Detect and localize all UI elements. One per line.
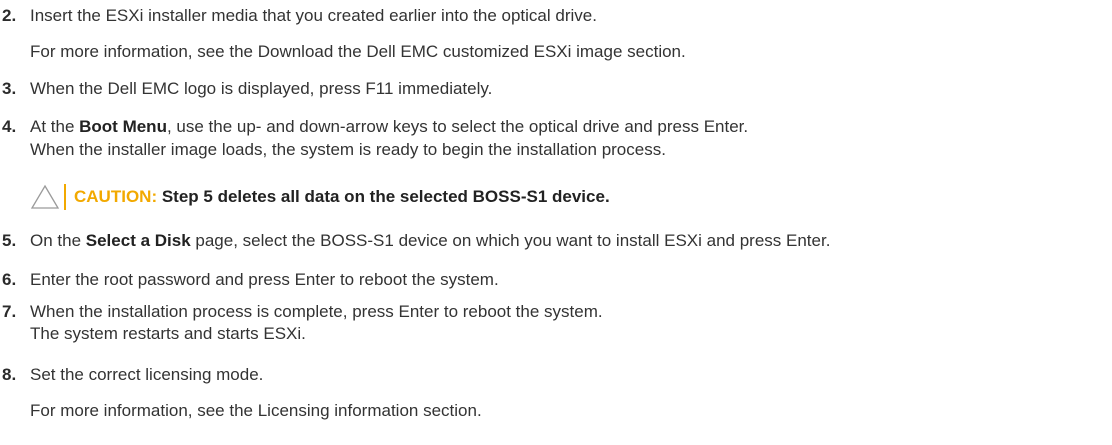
step-text: When the installation process is complet… (30, 302, 603, 321)
step-note: When the installer image loads, the syst… (30, 140, 666, 159)
step-text: On the Select a Disk page, select the BO… (30, 231, 830, 251)
step-text-pre: At the (30, 117, 80, 136)
step-number: 2. (2, 6, 17, 25)
step-text: Insert the ESXi installer media that you… (30, 6, 597, 25)
step-text: When the Dell EMC logo is displayed, pre… (30, 79, 493, 98)
step-number: 3. (2, 79, 17, 98)
step-number: 5. (2, 231, 17, 250)
step-text: At the Boot Menu, use the up- and down-a… (30, 117, 748, 137)
step-number: 4. (2, 117, 17, 136)
step-text-post: , use the up- and down-arrow keys to sel… (166, 117, 749, 136)
caution-divider (64, 184, 66, 210)
select-disk-label: Select a Disk (85, 231, 191, 250)
step-number: 8. (2, 365, 17, 384)
caution-notice: CAUTION: Step 5 deletes all data on the … (30, 183, 610, 211)
step-text-pre: On the (30, 231, 86, 250)
warning-triangle-icon (30, 184, 60, 209)
step-text-post: page, select the BOSS-S1 device on which… (190, 231, 831, 250)
boot-menu-label: Boot Menu (79, 117, 167, 136)
step-note: The system restarts and starts ESXi. (30, 324, 306, 343)
step-note: For more information, see the Licensing … (30, 401, 482, 420)
step-note: For more information, see the Download t… (30, 42, 686, 61)
step-text: Set the correct licensing mode. (30, 365, 264, 384)
caution-text: Step 5 deletes all data on the selected … (161, 187, 610, 206)
step-number: 7. (2, 302, 17, 321)
caution-label: CAUTION: (74, 187, 162, 206)
document-page: 2. Insert the ESXi installer media that … (0, 0, 1112, 445)
step-number: 6. (2, 270, 17, 289)
step-text: Enter the root password and press Enter … (30, 270, 499, 289)
